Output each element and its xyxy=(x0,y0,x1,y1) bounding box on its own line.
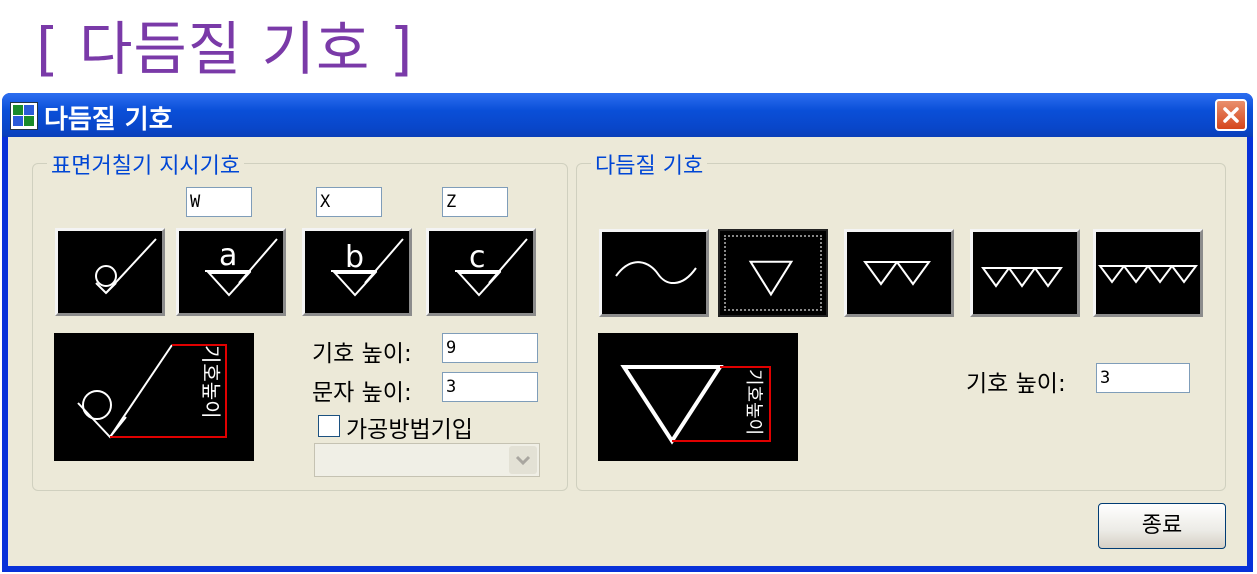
z-input[interactable]: Z xyxy=(442,187,508,217)
title-bar[interactable]: 다듬질 기호 xyxy=(2,93,1253,137)
letter-c: c xyxy=(469,240,486,275)
close-icon[interactable] xyxy=(1215,99,1247,131)
roughness-c-button[interactable]: c xyxy=(426,228,536,316)
text-height-input[interactable]: 3 xyxy=(442,372,538,402)
finish-four-triangle-button[interactable] xyxy=(1093,229,1203,317)
dialog-client: 표면거칠기 지시기호 W X Z a b c 기호높이 기호 높이: 9 문자 … xyxy=(8,137,1247,566)
symbol-height-input-left[interactable]: 9 xyxy=(442,333,538,363)
symbol-height-label-right: 기호 높이: xyxy=(966,371,1066,397)
finish-wave-button[interactable] xyxy=(599,229,709,317)
finish-symbol-title: 다듬질 기호 xyxy=(591,148,708,180)
window-title: 다듬질 기호 xyxy=(44,105,173,135)
preview-label-right: 기호높이 xyxy=(743,369,764,435)
machining-method-label: 가공방법기입 xyxy=(346,417,473,443)
machining-method-select[interactable] xyxy=(314,443,540,477)
text-height-label: 문자 높이: xyxy=(312,380,412,406)
letter-a: a xyxy=(219,238,237,273)
symbol-height-label-left: 기호 높이: xyxy=(312,341,412,367)
letter-b: b xyxy=(345,240,364,275)
finish-two-triangle-button[interactable] xyxy=(844,229,954,317)
preview-label-left: 기호높이 xyxy=(199,345,223,419)
app-icon xyxy=(10,102,38,130)
finish-preview: 기호높이 xyxy=(598,333,798,461)
roughness-a-button[interactable]: a xyxy=(176,228,286,316)
w-input[interactable]: W xyxy=(186,187,252,217)
roughness-b-button[interactable]: b xyxy=(302,228,412,316)
surface-roughness-title: 표면거칠기 지시기호 xyxy=(47,148,245,180)
machining-method-checkbox[interactable] xyxy=(318,415,340,437)
symbol-height-input-right[interactable]: 3 xyxy=(1096,363,1190,393)
finish-one-triangle-button[interactable] xyxy=(718,229,828,317)
x-input[interactable]: X xyxy=(316,187,382,217)
chevron-down-icon[interactable] xyxy=(509,446,537,474)
page-heading: [ 다듬질 기호 ] xyxy=(36,15,414,83)
roughness-basic-button[interactable] xyxy=(55,228,165,316)
close-button[interactable]: 종료 xyxy=(1098,503,1226,549)
finish-three-triangle-button[interactable] xyxy=(970,229,1080,317)
dialog-window: 다듬질 기호 표면거칠기 지시기호 W X Z a b c 기호높이 기호 높이… xyxy=(2,93,1253,572)
roughness-preview: 기호높이 xyxy=(54,333,254,461)
